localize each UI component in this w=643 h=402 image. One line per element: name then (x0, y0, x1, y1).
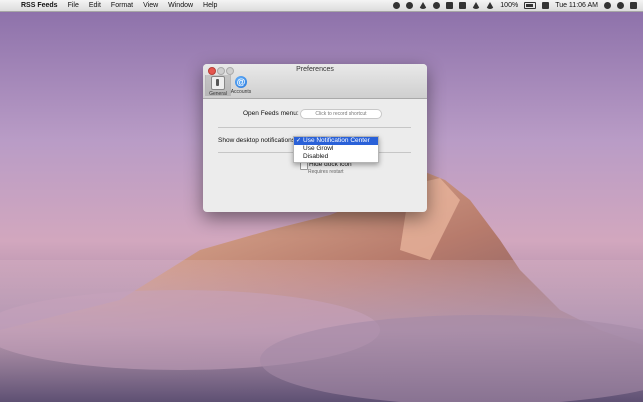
menu-option-label: Use Notification Center (303, 137, 370, 144)
display-icon[interactable] (459, 2, 467, 9)
tab-accounts-label: Accounts (230, 89, 252, 95)
menu-option-growl[interactable]: Use Growl (294, 145, 378, 153)
cloud-icon[interactable] (406, 2, 414, 9)
menu-window[interactable]: Window (163, 0, 198, 11)
checkmark-icon: ✓ (296, 138, 302, 144)
battery-percent[interactable]: 100% (500, 2, 518, 9)
tab-general-label: General (209, 91, 227, 97)
menu-option-notification-center[interactable]: ✓ Use Notification Center (294, 137, 378, 145)
rss-icon[interactable] (393, 2, 401, 9)
menu-option-disabled[interactable]: Disabled (294, 153, 378, 161)
at-icon: @ (235, 76, 247, 88)
app-menu[interactable]: RSS Feeds (16, 0, 63, 11)
tab-accounts[interactable]: @ Accounts (229, 75, 253, 96)
notifications-label: Show desktop notifications (218, 137, 295, 144)
bell-icon[interactable] (419, 2, 428, 9)
user-icon[interactable] (604, 2, 611, 9)
switch-icon (211, 76, 225, 90)
battery-icon[interactable] (524, 2, 537, 9)
menu-view[interactable]: View (138, 0, 163, 11)
menu-option-label: Disabled (303, 153, 329, 160)
lock-icon[interactable] (446, 2, 454, 9)
tab-general[interactable]: General (205, 75, 231, 97)
window-title: Preferences (296, 66, 334, 73)
open-feeds-label: Open Feeds menu: (243, 110, 299, 117)
spotlight-icon[interactable] (617, 2, 624, 9)
wifi-icon[interactable] (486, 2, 495, 9)
preferences-window: Preferences General @ Accounts Open Feed… (203, 64, 427, 212)
separator (218, 127, 411, 128)
notification-center-icon[interactable] (630, 2, 637, 9)
list-icon[interactable] (542, 2, 550, 9)
menu-help[interactable]: Help (198, 0, 222, 11)
requires-restart-note: Requires restart (308, 169, 344, 175)
notifications-icon[interactable] (433, 2, 441, 9)
notifications-popup-menu[interactable]: ✓ Use Notification Center Use Growl Disa… (293, 136, 379, 163)
bluetooth-icon[interactable] (472, 2, 481, 9)
menu-bar: RSS Feeds File Edit Format View Window H… (0, 0, 643, 12)
window-titlebar: Preferences General @ Accounts (203, 64, 427, 99)
menu-option-label: Use Growl (303, 145, 334, 152)
menu-clock[interactable]: Tue 11:06 AM (555, 2, 598, 9)
shortcut-recorder[interactable]: Click to record shortcut (300, 109, 382, 119)
menu-file[interactable]: File (63, 0, 84, 11)
menu-edit[interactable]: Edit (84, 0, 106, 11)
menu-format[interactable]: Format (106, 0, 138, 11)
hide-dock-checkbox[interactable] (300, 162, 308, 170)
